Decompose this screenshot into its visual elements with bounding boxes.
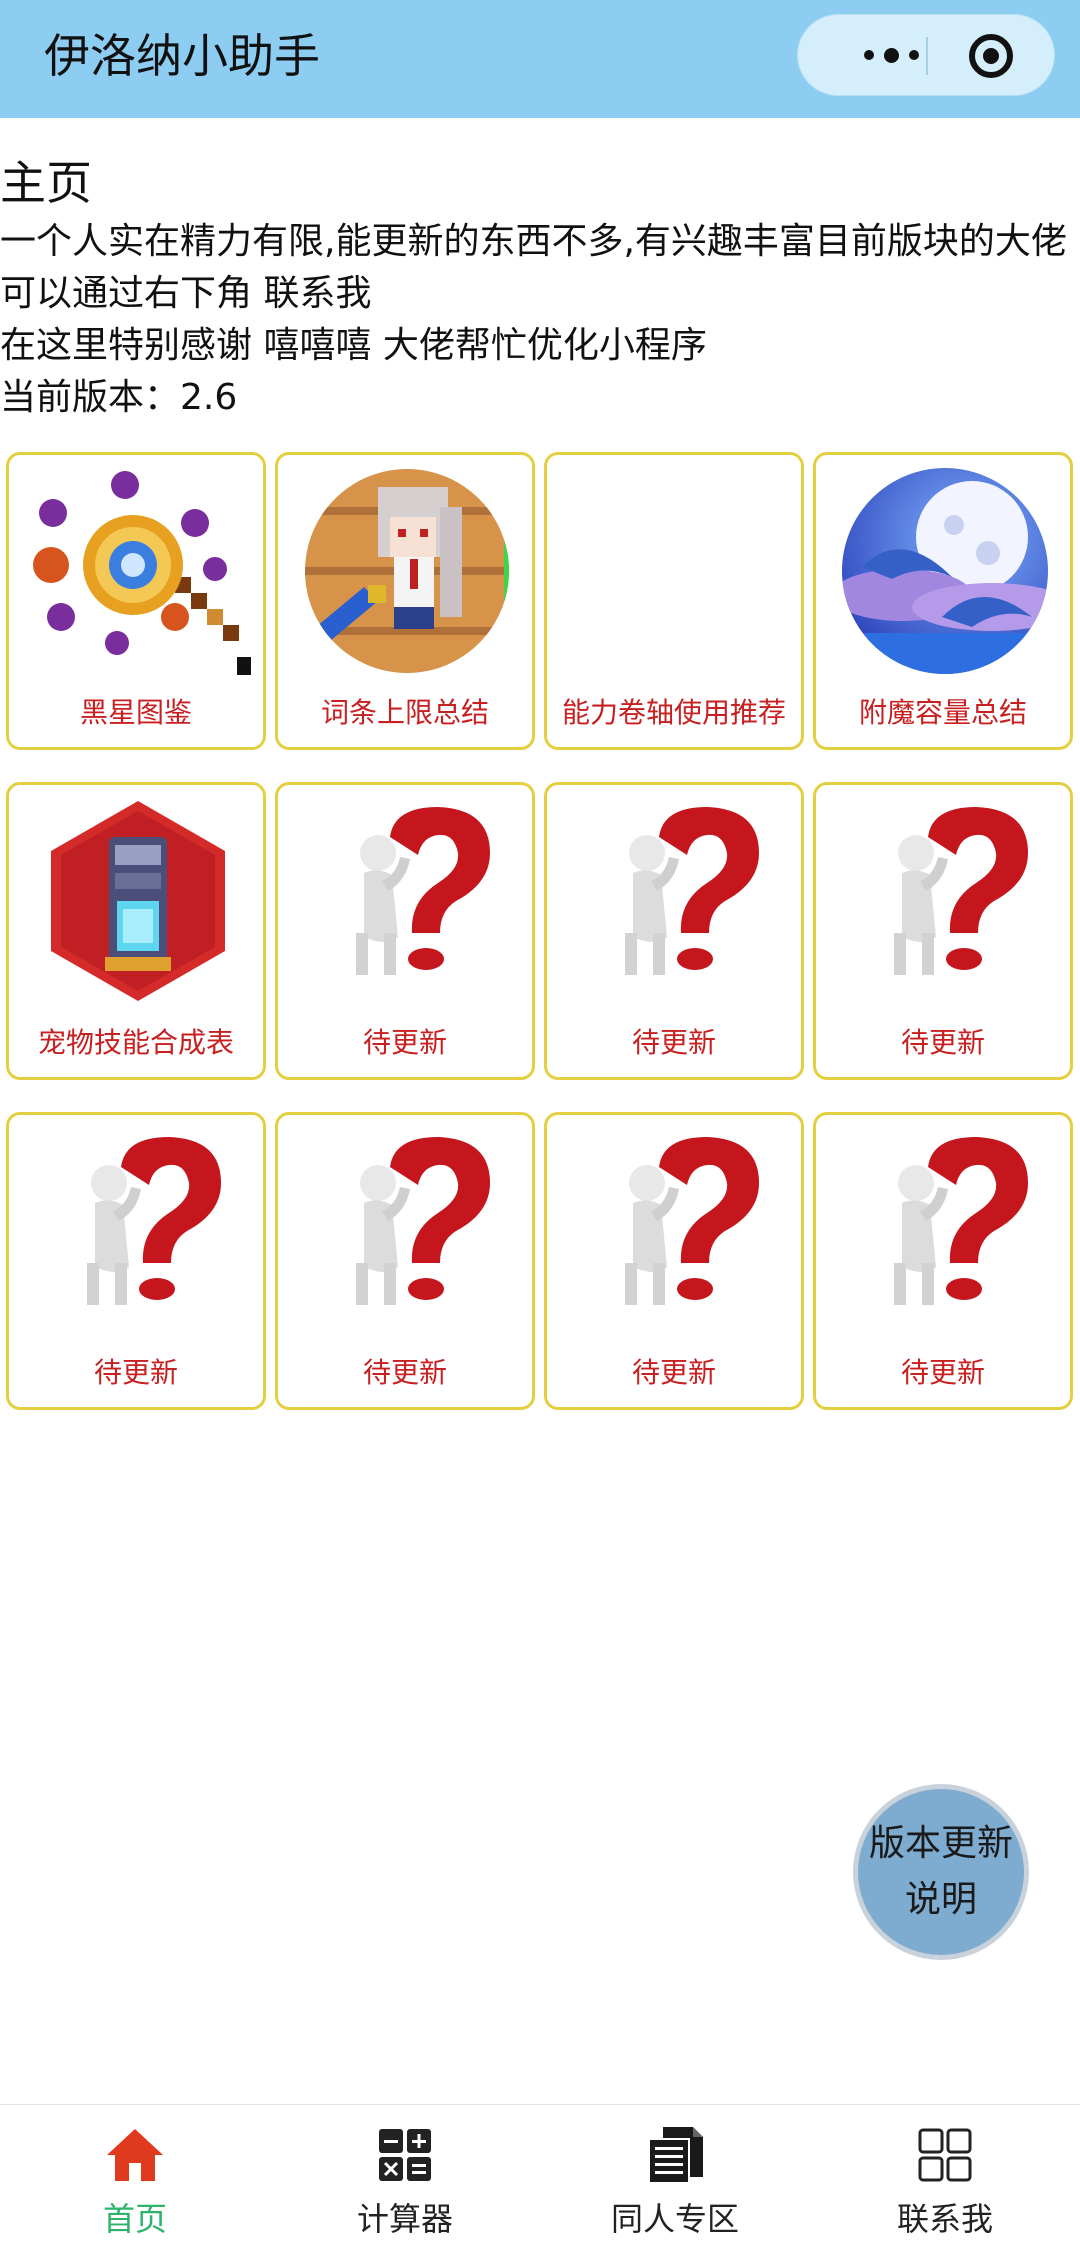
card-label: 附魔容量总结: [858, 696, 1027, 729]
calculator-icon: [379, 2129, 431, 2181]
app-title: 伊洛纳小助手: [44, 29, 320, 83]
dolphin-moon-icon: [842, 468, 1048, 674]
page-title: 主页: [0, 156, 92, 210]
more-dots-icon[interactable]: [836, 15, 946, 95]
tab-contact[interactable]: 联系我: [810, 2105, 1080, 2250]
intro-line-3: 在这里特别感谢 嘻嘻嘻 大佬帮忙优化小程序: [0, 325, 707, 366]
tab-label: 首页: [102, 2200, 167, 2238]
tab-home[interactable]: 首页: [0, 2105, 270, 2250]
version-text: 当前版本：2.6: [0, 377, 238, 418]
intro-section: 主页 一个人实在精力有限,能更新的东西不多,有兴趣丰富目前版块的大佬 可以通过右…: [0, 150, 1080, 424]
card-affix-limit[interactable]: 词条上限总结: [275, 452, 535, 750]
card-label: 宠物技能合成表: [37, 1026, 234, 1059]
question-mark-figure-icon: [625, 1137, 759, 1305]
card-placeholder[interactable]: 待更新: [813, 1112, 1073, 1410]
card-placeholder[interactable]: 待更新: [6, 1112, 266, 1410]
card-label: 待更新: [362, 1026, 447, 1059]
card-pet-skill[interactable]: 宠物技能合成表: [6, 782, 266, 1080]
tab-calculator[interactable]: 计算器: [270, 2105, 540, 2250]
home-icon: [107, 2129, 163, 2181]
top-navbar: 伊洛纳小助手: [0, 0, 1080, 118]
card-label: 词条上限总结: [320, 696, 489, 729]
question-mark-figure-icon: [625, 807, 759, 975]
tab-label: 联系我: [896, 2200, 993, 2238]
card-placeholder[interactable]: 待更新: [275, 1112, 535, 1410]
staff-pixel-icon: [33, 471, 251, 675]
card-label: 待更新: [631, 1026, 716, 1059]
blank-image: [563, 467, 789, 675]
card-placeholder[interactable]: 待更新: [813, 782, 1073, 1080]
card-label: 黑星图鉴: [79, 696, 192, 729]
question-mark-figure-icon: [894, 807, 1028, 975]
grid-four-icon: [918, 2128, 972, 2182]
card-placeholder[interactable]: 待更新: [275, 782, 535, 1080]
tab-label: 计算器: [356, 2200, 453, 2238]
pet-machine-hex-icon: [51, 801, 225, 1001]
card-label: 待更新: [900, 1026, 985, 1059]
character-avatar-icon: [305, 469, 509, 673]
card-ability-scroll[interactable]: 能力卷轴使用推荐: [544, 452, 804, 750]
question-mark-figure-icon: [356, 807, 490, 975]
tab-fan-zone[interactable]: 同人专区: [540, 2105, 810, 2250]
question-mark-figure-icon: [356, 1137, 490, 1305]
bottom-tabbar: 首页 计算器 同人专区 联系我: [0, 2104, 1080, 2250]
card-black-star[interactable]: 黑星图鉴: [6, 452, 266, 750]
question-mark-figure-icon: [894, 1137, 1028, 1305]
tab-label: 同人专区: [610, 2200, 739, 2238]
intro-line-2: 可以通过右下角 联系我: [0, 273, 372, 314]
version-notes-button[interactable]: 版本更新 说明: [853, 1784, 1029, 1960]
intro-line-1: 一个人实在精力有限,能更新的东西不多,有兴趣丰富目前版块的大佬: [0, 221, 1067, 262]
target-circle-icon[interactable]: [969, 34, 1013, 78]
card-label: 待更新: [631, 1356, 716, 1389]
capsule-divider: [926, 37, 928, 75]
card-placeholder[interactable]: 待更新: [544, 1112, 804, 1410]
card-enchant-capacity[interactable]: 附魔容量总结: [813, 452, 1073, 750]
card-placeholder[interactable]: 待更新: [544, 782, 804, 1080]
version-notes-line-1: 版本更新: [868, 1823, 1013, 1864]
miniprogram-capsule: [797, 14, 1055, 96]
card-label: 待更新: [93, 1356, 178, 1389]
version-notes-line-2: 说明: [904, 1879, 977, 1920]
question-mark-figure-icon: [87, 1137, 221, 1305]
card-label: 待更新: [362, 1356, 447, 1389]
document-stack-icon: [648, 2127, 703, 2184]
card-label: 待更新: [900, 1356, 985, 1389]
card-label: 能力卷轴使用推荐: [561, 696, 786, 729]
